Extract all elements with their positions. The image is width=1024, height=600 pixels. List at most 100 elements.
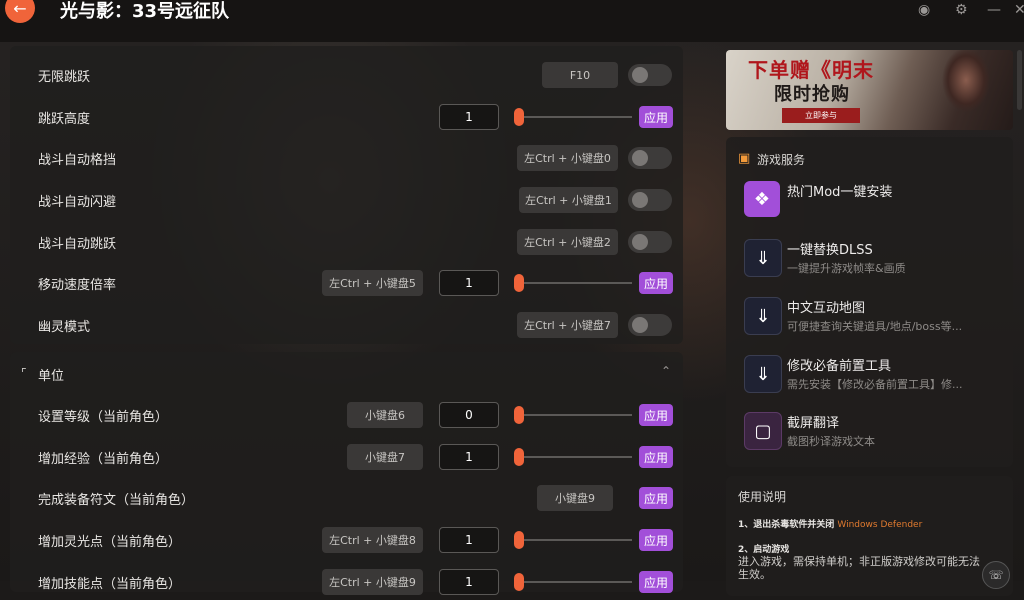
unit-row-add-lumina: 增加灵光点（当前角色） 左Ctrl + 小键盘8 1 应用 [10, 522, 683, 558]
banner-subtitle: 限时抢购 [774, 84, 850, 105]
toggle-switch[interactable] [628, 189, 672, 211]
apply-button[interactable]: 应用 [639, 487, 673, 509]
hotkey-button[interactable]: F10 [542, 62, 618, 88]
slider-track [514, 456, 632, 458]
hotkey-button[interactable]: 小键盘6 [347, 402, 423, 428]
toggle-knob [632, 150, 648, 166]
toggle-switch[interactable] [628, 231, 672, 253]
promo-banner[interactable]: 下单赠《明末 限时抢购 立即参与 [726, 50, 1013, 130]
service-item-dlss[interactable]: ⇓ 一键替换DLSS 一键提升游戏帧率&画质 [744, 239, 1009, 289]
apply-button[interactable]: 应用 [639, 571, 673, 593]
service-title: 截屏翻译 [787, 416, 840, 431]
settings-icon[interactable]: ⚙ [955, 2, 968, 18]
hotkey-button[interactable]: 左Ctrl + 小键盘5 [322, 270, 423, 296]
value-slider[interactable] [514, 448, 632, 466]
hotkey-button[interactable]: 左Ctrl + 小键盘9 [322, 569, 423, 595]
cheat-row-infinite-jump: 无限跳跃 F10 [10, 57, 683, 93]
slider-thumb[interactable] [514, 531, 524, 549]
unit-row-complete-runes: 完成装备符文（当前角色） 小键盘9 应用 [10, 480, 683, 516]
service-item-mod-install[interactable]: ❖ 热门Mod一键安装 [744, 181, 1009, 231]
apply-button[interactable]: 应用 [639, 272, 673, 294]
unit-row-add-exp: 增加经验（当前角色） 小键盘7 1 应用 [10, 439, 683, 475]
app-title: 光与影：33号远征队 [60, 1, 230, 22]
value-slider[interactable] [514, 531, 632, 549]
value-input[interactable]: 1 [439, 444, 499, 470]
section-header[interactable]: 单位 [38, 365, 64, 384]
toggle-knob [632, 317, 648, 333]
value-input[interactable]: 0 [439, 402, 499, 428]
arrow-left-icon: ← [13, 0, 27, 18]
instruction-text: 1、退出杀毒软件并关闭 [738, 520, 835, 530]
download-icon: ⇓ [744, 239, 782, 277]
hotkey-button[interactable]: 左Ctrl + 小键盘2 [517, 229, 618, 255]
value-input[interactable]: 1 [439, 569, 499, 595]
hotkey-button[interactable]: 小键盘9 [537, 485, 613, 511]
slider-thumb[interactable] [514, 573, 524, 591]
banner-character-image [926, 50, 1013, 130]
cheat-label: 幽灵模式 [38, 320, 91, 335]
service-desc: 可便捷查询关键道具/地点/boss等... [787, 320, 963, 333]
apply-button[interactable]: 应用 [639, 106, 673, 128]
cheat-row-jump-height: 跳跃高度 1 应用 [10, 99, 683, 135]
value-input[interactable]: 1 [439, 270, 499, 296]
cheat-label: 增加灵光点（当前角色） [38, 535, 182, 550]
service-title: 一键替换DLSS [787, 243, 873, 258]
cheat-row-move-speed: 移动速度倍率 左Ctrl + 小键盘5 1 应用 [10, 265, 683, 301]
banner-title: 下单赠《明末 [748, 58, 874, 82]
slider-thumb[interactable] [514, 406, 524, 424]
hotkey-button[interactable]: 左Ctrl + 小键盘0 [517, 145, 618, 171]
hotkey-button[interactable]: 左Ctrl + 小键盘7 [517, 312, 618, 338]
slider-thumb[interactable] [514, 448, 524, 466]
slider-track [514, 414, 632, 416]
unit-icon: ⌜ [21, 366, 27, 380]
service-title: 中文互动地图 [787, 301, 866, 316]
headset-icon[interactable]: ☏ [982, 561, 1010, 589]
cheat-label: 跳跃高度 [38, 112, 91, 127]
service-item-prereq-tool[interactable]: ⇓ 修改必备前置工具 需先安装【修改必备前置工具】修... [744, 355, 1009, 405]
cheat-row-ghost-mode: 幽灵模式 左Ctrl + 小键盘7 [10, 307, 683, 343]
unit-panel: ⌜ 单位 ⌃ 设置等级（当前角色） 小键盘6 0 应用 增加经验（当前角色） 小… [10, 352, 683, 595]
chevron-up-icon[interactable]: ⌃ [661, 364, 671, 378]
value-input[interactable]: 1 [439, 527, 499, 553]
cheat-row-auto-jump: 战斗自动跳跃 左Ctrl + 小键盘2 [10, 224, 683, 260]
slider-track [514, 581, 632, 583]
cheat-label: 完成装备符文（当前角色） [38, 493, 195, 508]
value-slider[interactable] [514, 108, 632, 126]
minimize-icon[interactable]: — [987, 2, 1001, 18]
scrollbar[interactable] [1017, 50, 1022, 110]
cheats-panel: 无限跳跃 F10 跳跃高度 1 应用 战斗自动格挡 左Ctrl + 小键盘0 战… [10, 46, 683, 344]
hotkey-button[interactable]: 小键盘7 [347, 444, 423, 470]
slider-track [514, 539, 632, 541]
value-slider[interactable] [514, 274, 632, 292]
instructions-panel: 使用说明 1、退出杀毒软件并关闭 Windows Defender 2、启动游戏… [726, 476, 1013, 596]
cheat-label: 移动速度倍率 [38, 278, 117, 293]
instruction-step-1: 1、退出杀毒软件并关闭 Windows Defender [738, 517, 922, 530]
toggle-switch[interactable] [628, 147, 672, 169]
toggle-switch[interactable] [628, 314, 672, 336]
toggle-knob [632, 234, 648, 250]
bell-icon[interactable]: ◉ [918, 2, 930, 18]
slider-thumb[interactable] [514, 274, 524, 292]
value-slider[interactable] [514, 406, 632, 424]
hotkey-button[interactable]: 左Ctrl + 小键盘1 [519, 187, 618, 213]
service-title: 热门Mod一键安装 [787, 185, 893, 200]
instruction-highlight: Windows Defender [837, 520, 923, 530]
apply-button[interactable]: 应用 [639, 529, 673, 551]
hotkey-button[interactable]: 左Ctrl + 小键盘8 [322, 527, 423, 553]
value-input[interactable]: 1 [439, 104, 499, 130]
close-icon[interactable]: ✕ [1014, 2, 1024, 18]
banner-join-button[interactable]: 立即参与 [782, 108, 860, 123]
slider-thumb[interactable] [514, 108, 524, 126]
apply-button[interactable]: 应用 [639, 404, 673, 426]
cheat-label: 无限跳跃 [38, 70, 91, 85]
toggle-switch[interactable] [628, 64, 672, 86]
cheat-row-auto-dodge: 战斗自动闪避 左Ctrl + 小键盘1 [10, 182, 683, 218]
service-item-screen-translate[interactable]: ▢ 截屏翻译 截图秒译游戏文本 [744, 412, 1009, 462]
service-item-map[interactable]: ⇓ 中文互动地图 可便捷查询关键道具/地点/boss等... [744, 297, 1009, 347]
value-slider[interactable] [514, 573, 632, 591]
cheat-row-auto-parry: 战斗自动格挡 左Ctrl + 小键盘0 [10, 140, 683, 176]
apply-button[interactable]: 应用 [639, 446, 673, 468]
box-icon: ▣ [738, 151, 751, 166]
cheat-label: 增加技能点（当前角色） [38, 577, 182, 592]
back-button[interactable]: ← [5, 0, 35, 23]
